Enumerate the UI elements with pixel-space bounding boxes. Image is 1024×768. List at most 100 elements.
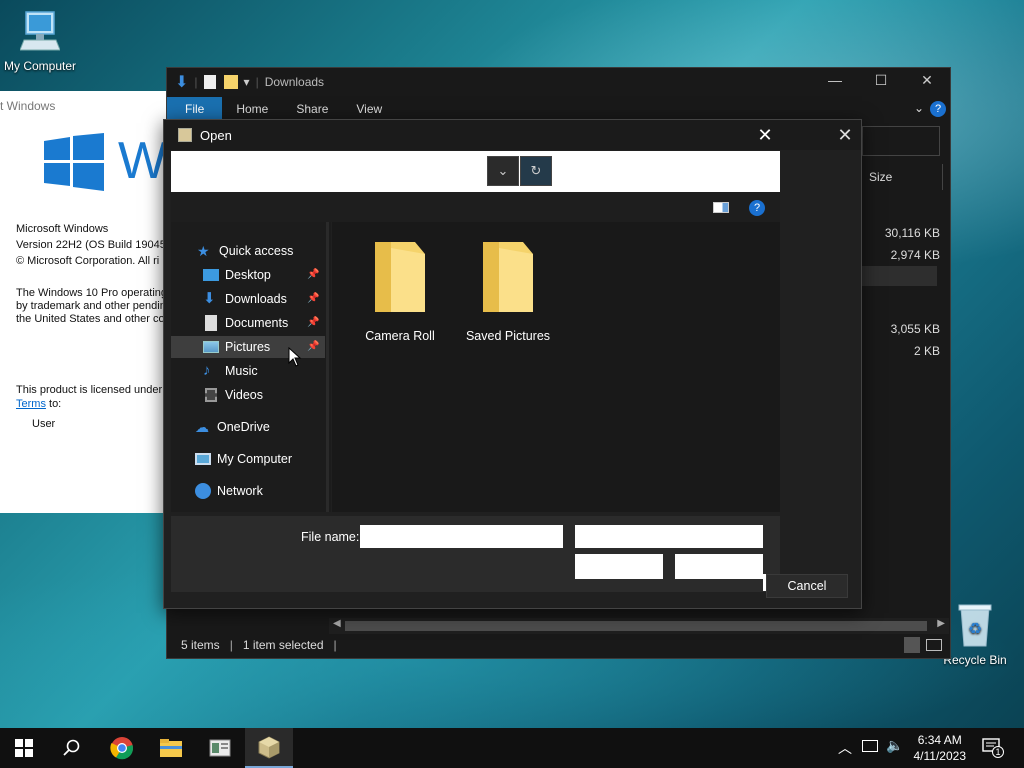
large-icons-view-icon[interactable] xyxy=(926,639,942,651)
folder-label: Camera Roll xyxy=(365,329,435,343)
nav-music[interactable]: ♪ Music xyxy=(203,360,258,382)
preview-pane-icon[interactable] xyxy=(713,202,729,213)
start-button[interactable] xyxy=(0,728,48,768)
new-folder-icon[interactable] xyxy=(223,75,238,89)
help-icon[interactable]: ? xyxy=(930,101,946,117)
dialog-close-icon[interactable]: ✕ xyxy=(830,122,860,148)
open-dialog: Open ✕ ⌄ ↻ ? ★ Quick access Desktop 📌 ⬇ … xyxy=(163,119,862,609)
dialog-titlebar-close[interactable]: ✕ xyxy=(742,120,788,150)
size-cell: 3,055 KB xyxy=(890,322,940,336)
nav-desktop[interactable]: Desktop 📌 xyxy=(203,264,325,286)
properties-icon[interactable] xyxy=(203,75,216,89)
column-header-size[interactable]: Size xyxy=(861,164,943,190)
clock-date: 4/11/2023 xyxy=(913,749,967,763)
customize-toolbar-icon[interactable]: ▾ xyxy=(244,75,250,89)
pin-icon[interactable]: 📌 xyxy=(307,342,319,352)
package-icon xyxy=(258,736,280,759)
network-status-icon[interactable] xyxy=(862,740,878,752)
address-bar[interactable]: ⌄ ↻ xyxy=(171,151,780,192)
pictures-icon xyxy=(203,341,219,353)
maximize-icon[interactable]: ☐ xyxy=(858,72,904,94)
nav-network[interactable]: Network xyxy=(195,480,263,502)
system-clock[interactable]: 6:34 AM 4/11/2023 xyxy=(914,732,967,764)
status-bar: 5 items | 1 item selected | xyxy=(167,632,950,658)
nav-pane-scrollbar[interactable] xyxy=(326,222,329,512)
status-selected: 1 item selected xyxy=(242,638,324,652)
pin-icon[interactable]: 📌 xyxy=(307,318,319,328)
pin-icon[interactable]: 📌 xyxy=(307,270,319,280)
chrome-icon xyxy=(110,737,134,760)
window-app-icon xyxy=(209,739,231,757)
file-name-input[interactable] xyxy=(360,525,563,548)
refresh-icon[interactable]: ↻ xyxy=(520,156,552,186)
help-icon[interactable]: ? xyxy=(749,200,765,216)
ribbon-tab-share[interactable]: Share xyxy=(282,102,342,116)
ribbon-tab-home[interactable]: Home xyxy=(222,102,282,116)
selected-row-highlight xyxy=(861,266,937,286)
quick-access-toolbar-download-icon[interactable]: ⬇ xyxy=(175,72,188,92)
windows-logo xyxy=(44,133,104,194)
terms-suffix: to: xyxy=(45,398,62,410)
taskbar: ︿ 🔈 6:34 AM 4/11/2023 1 xyxy=(0,728,1024,768)
search-button[interactable] xyxy=(48,728,96,768)
recent-locations-chevron-icon[interactable]: ⌄ xyxy=(487,156,519,186)
terms-link[interactable]: Terms xyxy=(16,398,46,410)
desktop-icon-my-computer[interactable]: My Computer xyxy=(0,10,80,73)
ribbon-expand-icon[interactable]: ⌄ xyxy=(914,101,924,115)
minimize-icon[interactable]: — xyxy=(812,72,858,94)
folder-item-camera-roll[interactable]: Camera Roll xyxy=(350,240,450,343)
nav-my-computer[interactable]: My Computer xyxy=(195,448,292,470)
star-icon: ★ xyxy=(197,243,210,259)
about-para-line: The Windows 10 Pro operating xyxy=(16,287,168,299)
nav-label: My Computer xyxy=(217,452,293,466)
about-para-line: by trademark and other pendin xyxy=(16,300,166,312)
clock-time: 6:34 AM xyxy=(917,733,962,747)
nav-quick-access[interactable]: ★ Quick access xyxy=(197,240,293,262)
pin-icon[interactable]: 📌 xyxy=(307,294,319,304)
nav-label: Quick access xyxy=(219,244,294,258)
folder-icon xyxy=(160,739,182,757)
nav-onedrive[interactable]: ☁ OneDrive xyxy=(195,416,270,438)
taskbar-file-explorer[interactable] xyxy=(147,728,195,768)
details-view-icon[interactable] xyxy=(904,637,920,653)
ribbon-tab-file[interactable]: File xyxy=(167,97,223,121)
desktop-icon xyxy=(203,269,219,281)
document-icon xyxy=(205,315,217,331)
dialog-title: Open xyxy=(200,127,232,143)
size-header-label: Size xyxy=(869,170,893,184)
secondary-button[interactable] xyxy=(675,554,763,579)
dialog-toolbar: ? xyxy=(171,192,780,222)
open-button[interactable] xyxy=(575,554,663,579)
size-cell: 30,116 KB xyxy=(884,226,940,240)
dialog-bottom-panel: File name: xyxy=(171,516,780,592)
folder-icon xyxy=(458,240,558,319)
scroll-right-icon[interactable]: ▶ xyxy=(937,618,945,629)
show-hidden-icons-chevron-icon[interactable]: ︿ xyxy=(838,738,852,758)
search-box-fragment[interactable] xyxy=(862,126,940,156)
scroll-thumb[interactable] xyxy=(345,621,927,631)
windows-start-icon xyxy=(15,739,33,757)
taskbar-app-window[interactable] xyxy=(196,728,244,768)
cancel-button[interactable]: Cancel xyxy=(766,574,848,598)
nav-documents[interactable]: Documents 📌 xyxy=(203,312,325,334)
search-icon xyxy=(63,739,80,756)
folder-item-saved-pictures[interactable]: Saved Pictures xyxy=(458,240,558,343)
nav-videos[interactable]: Videos xyxy=(203,384,263,406)
close-icon[interactable]: ✕ xyxy=(904,72,950,94)
navigation-pane: ★ Quick access Desktop 📌 ⬇ Downloads 📌 D… xyxy=(171,222,331,512)
about-para-line: the United States and other co xyxy=(16,313,165,325)
scroll-left-icon[interactable]: ◀ xyxy=(333,618,341,629)
video-film-icon xyxy=(205,388,217,402)
notification-center-button[interactable]: 1 xyxy=(982,738,1004,758)
file-list: Camera Roll Saved Pictures xyxy=(332,222,780,512)
file-type-select[interactable] xyxy=(575,525,763,548)
taskbar-chrome[interactable] xyxy=(98,728,146,768)
file-name-label: File name: xyxy=(301,530,360,544)
ribbon-tab-view[interactable]: View xyxy=(342,102,396,116)
taskbar-active-app[interactable] xyxy=(245,728,293,768)
nav-label: Pictures xyxy=(225,340,271,354)
size-cell: 2 KB xyxy=(913,344,940,358)
volume-icon[interactable]: 🔈 xyxy=(886,737,903,754)
nav-downloads[interactable]: ⬇ Downloads 📌 xyxy=(203,288,325,310)
nav-label: OneDrive xyxy=(217,420,270,434)
